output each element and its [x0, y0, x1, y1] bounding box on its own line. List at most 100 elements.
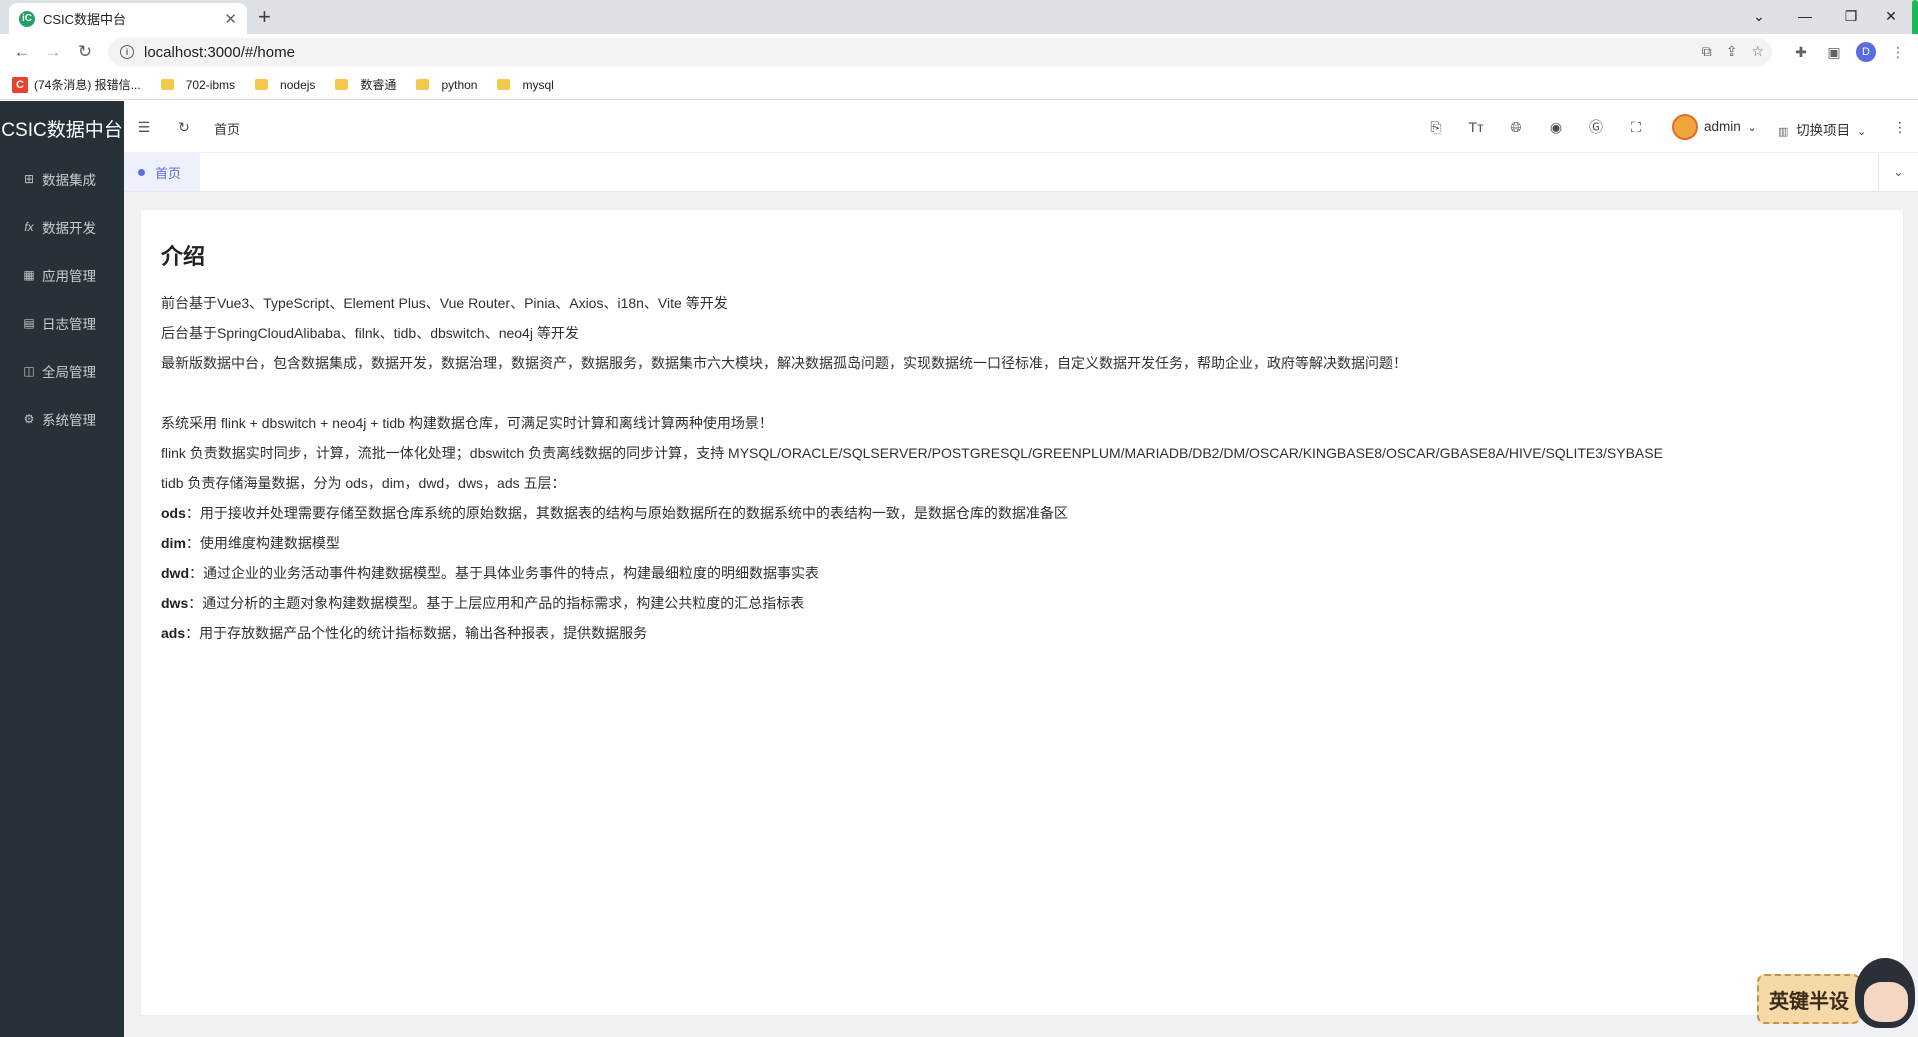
log-icon: ▤ — [23, 316, 35, 330]
layer-name: ads — [161, 625, 186, 642]
sidebar-item-system-management[interactable]: ⚙ 系统管理 — [0, 395, 124, 443]
app-header: ☰ ↻ 首页 ⎘ Tт 🌐︎ ◉ Ⓖ ⛶ admin ⌄ ▥ 切换项目 ⌄ ⋮ — [124, 101, 1918, 153]
tag-home[interactable]: 首页 — [124, 153, 200, 191]
bookmark-folder[interactable]: nodejs — [255, 78, 315, 92]
bookmark-label: 702-ibms — [185, 77, 236, 92]
sidebar-item-global-management[interactable]: ◫ 全局管理 — [0, 347, 124, 395]
intro-line-architecture: 系统采用 flink + dbswitch + neo4j + tidb 构建数… — [161, 415, 773, 432]
app-logo[interactable]: CSIC数据中台 — [0, 101, 124, 155]
close-window-button[interactable]: ✕ — [1868, 2, 1914, 30]
bookmark-label: mysql — [522, 77, 554, 92]
breadcrumb[interactable]: 首页 — [214, 119, 240, 138]
tab-search-chevron-icon[interactable]: ⌄ — [1736, 2, 1782, 30]
sidebar-item-label: 数据集成 — [42, 173, 96, 188]
switch-project-label: 切换项目 — [1796, 123, 1851, 138]
intro-line-tidb: tidb 负责存储海量数据，分为 ods，dim，dwd，dws，ads 五层： — [161, 475, 566, 492]
bookmark-label: python — [441, 77, 478, 92]
sidebar-item-data-integration[interactable]: ⊞ 数据集成 — [0, 155, 124, 203]
user-name: admin — [1704, 119, 1741, 134]
side-panel-icon[interactable]: ▣ — [1824, 42, 1844, 62]
page-title: 介绍 — [161, 244, 206, 269]
layer-dws: dws：通过分析的主题对象构建数据模型。基于上层应用和产品的指标需求，构建公共粒… — [161, 588, 1883, 618]
bookmark-folder[interactable]: 702-ibms — [160, 77, 236, 92]
browser-tab[interactable]: iC CSIC数据中台 ✕ — [9, 3, 247, 34]
bookmark-folder[interactable]: 数睿通 — [335, 76, 396, 93]
intro-line-backend: 后台基于SpringCloudAlibaba、filnk、tidb、dbswit… — [161, 325, 579, 342]
intro-line-flink: flink 负责数据实时同步，计算，流批一体化处理；dbswitch 负责离线数… — [161, 445, 1663, 462]
sidebar-item-label: 全局管理 — [42, 365, 96, 380]
avatar[interactable] — [1672, 114, 1698, 140]
sidebar-item-label: 日志管理 — [42, 317, 96, 332]
layer-desc: ：通过分析的主题对象构建数据模型。基于上层应用和产品的指标需求，构建公共粒度的汇… — [188, 595, 805, 612]
active-dot-icon — [138, 168, 145, 176]
sidebar-item-data-development[interactable]: fx 数据开发 — [0, 203, 124, 251]
screen-capture-icon[interactable]: ⎘ — [1426, 117, 1446, 137]
gitee-icon[interactable]: Ⓖ — [1586, 117, 1606, 137]
chevron-down-icon: ⌄ — [1856, 126, 1867, 138]
language-globe-icon[interactable]: 🌐︎ — [1506, 117, 1526, 137]
bookmark-star-icon[interactable]: ☆ — [1751, 43, 1764, 60]
chevron-down-icon: ⌄ — [1747, 122, 1757, 134]
mascot-face — [1864, 982, 1908, 1022]
layer-name: dwd — [161, 565, 189, 582]
intro-line-summary: 最新版数据中台，包含数据集成，数据开发，数据治理，数据资产，数据服务，数据集市六… — [161, 355, 1407, 372]
forward-button[interactable]: → — [41, 40, 65, 64]
layer-desc: ：用于接收并处理需要存储至数据仓库系统的原始数据，其数据表的结构与原始数据所在的… — [185, 505, 1068, 522]
layer-ods: ods：用于接收并处理需要存储至数据仓库系统的原始数据，其数据表的结构与原始数据… — [161, 498, 1883, 528]
project-icon: ▥ — [1778, 126, 1789, 138]
extensions-puzzle-icon[interactable]: ✚ — [1791, 42, 1811, 62]
bookmark-label: nodejs — [280, 77, 316, 92]
folder-icon — [416, 79, 430, 90]
profile-avatar[interactable]: D — [1856, 42, 1876, 62]
csdn-icon: C — [12, 76, 28, 93]
github-icon[interactable]: ◉ — [1546, 117, 1566, 137]
sidebar-item-log-management[interactable]: ▤ 日志管理 — [0, 299, 124, 347]
folder-icon — [497, 79, 511, 90]
app-sidebar: CSIC数据中台 ⊞ 数据集成 fx 数据开发 ▦ 应用管理 ▤ 日志管理 ◫ … — [0, 101, 124, 1037]
refresh-icon[interactable]: ↻ — [174, 117, 194, 137]
bookmark-folder[interactable]: mysql — [497, 77, 554, 92]
browser-menu-icon[interactable]: ⋮ — [1888, 42, 1908, 62]
sidebar-item-label: 数据开发 — [42, 221, 96, 236]
site-info-icon[interactable]: i — [120, 45, 134, 59]
switch-project-dropdown[interactable]: ▥ 切换项目 ⌄ — [1778, 119, 1866, 139]
new-tab-button[interactable]: + — [258, 4, 271, 30]
mascot-sign: 英键半设 — [1757, 974, 1861, 1024]
bookmark-item[interactable]: C (74条消息) 报错信... — [12, 76, 141, 93]
sidebar-item-app-management[interactable]: ▦ 应用管理 — [0, 251, 124, 299]
mascot-widget[interactable]: 英键半设 — [1757, 958, 1918, 1037]
intro-card: 介绍 前台基于Vue3、TypeScript、Element Plus、Vue … — [140, 209, 1904, 1016]
layer-ads: ads：用于存放数据产品个性化的统计指标数据，输出各种报表，提供数据服务 — [161, 618, 1883, 648]
back-button[interactable]: ← — [10, 40, 34, 64]
fullscreen-icon[interactable]: ⛶ — [1626, 117, 1646, 137]
folder-icon — [255, 79, 269, 90]
user-menu[interactable]: admin ⌄ — [1704, 119, 1757, 134]
tag-label: 首页 — [155, 165, 182, 181]
bookmark-folder[interactable]: python — [416, 78, 477, 92]
layer-name: dws — [161, 595, 189, 612]
folder-icon — [160, 79, 174, 90]
folder-icon — [335, 79, 349, 90]
layer-desc: ：用于存放数据产品个性化的统计指标数据，输出各种报表，提供数据服务 — [185, 625, 648, 642]
bookmark-label: (74条消息) 报错信... — [34, 78, 141, 92]
intro-line-frontend: 前台基于Vue3、TypeScript、Element Plus、Vue Rou… — [161, 295, 728, 312]
sidebar-item-label: 应用管理 — [42, 269, 96, 284]
apps-icon: ▦ — [23, 268, 35, 282]
collapse-menu-icon[interactable]: ☰ — [134, 117, 154, 137]
tags-dropdown-icon[interactable]: ⌄ — [1878, 153, 1918, 191]
browser-toolbar: ← → ↻ i localhost:3000/#/home ⧉ ⇪ ☆ ✚ ▣ … — [0, 34, 1918, 70]
tab-title: CSIC数据中台 — [43, 12, 127, 27]
minimize-button[interactable]: — — [1782, 2, 1828, 30]
layer-name: ods — [161, 505, 186, 522]
more-options-icon[interactable]: ⋮ — [1890, 117, 1910, 137]
font-size-icon[interactable]: Tт — [1466, 117, 1486, 137]
bookmark-label: 数睿通 — [360, 78, 397, 92]
share-icon[interactable]: ⇪ — [1726, 43, 1738, 60]
layer-desc: ：通过企业的业务活动事件构建数据模型。基于具体业务事件的特点，构建最细粒度的明细… — [189, 565, 819, 582]
reload-button[interactable]: ↻ — [73, 40, 97, 64]
address-bar[interactable]: i localhost:3000/#/home ⧉ ⇪ ☆ — [108, 38, 1772, 66]
grid-chart-icon: ⊞ — [23, 172, 35, 186]
tab-close-icon[interactable]: ✕ — [224, 10, 237, 28]
translate-icon[interactable]: ⧉ — [1702, 43, 1712, 60]
